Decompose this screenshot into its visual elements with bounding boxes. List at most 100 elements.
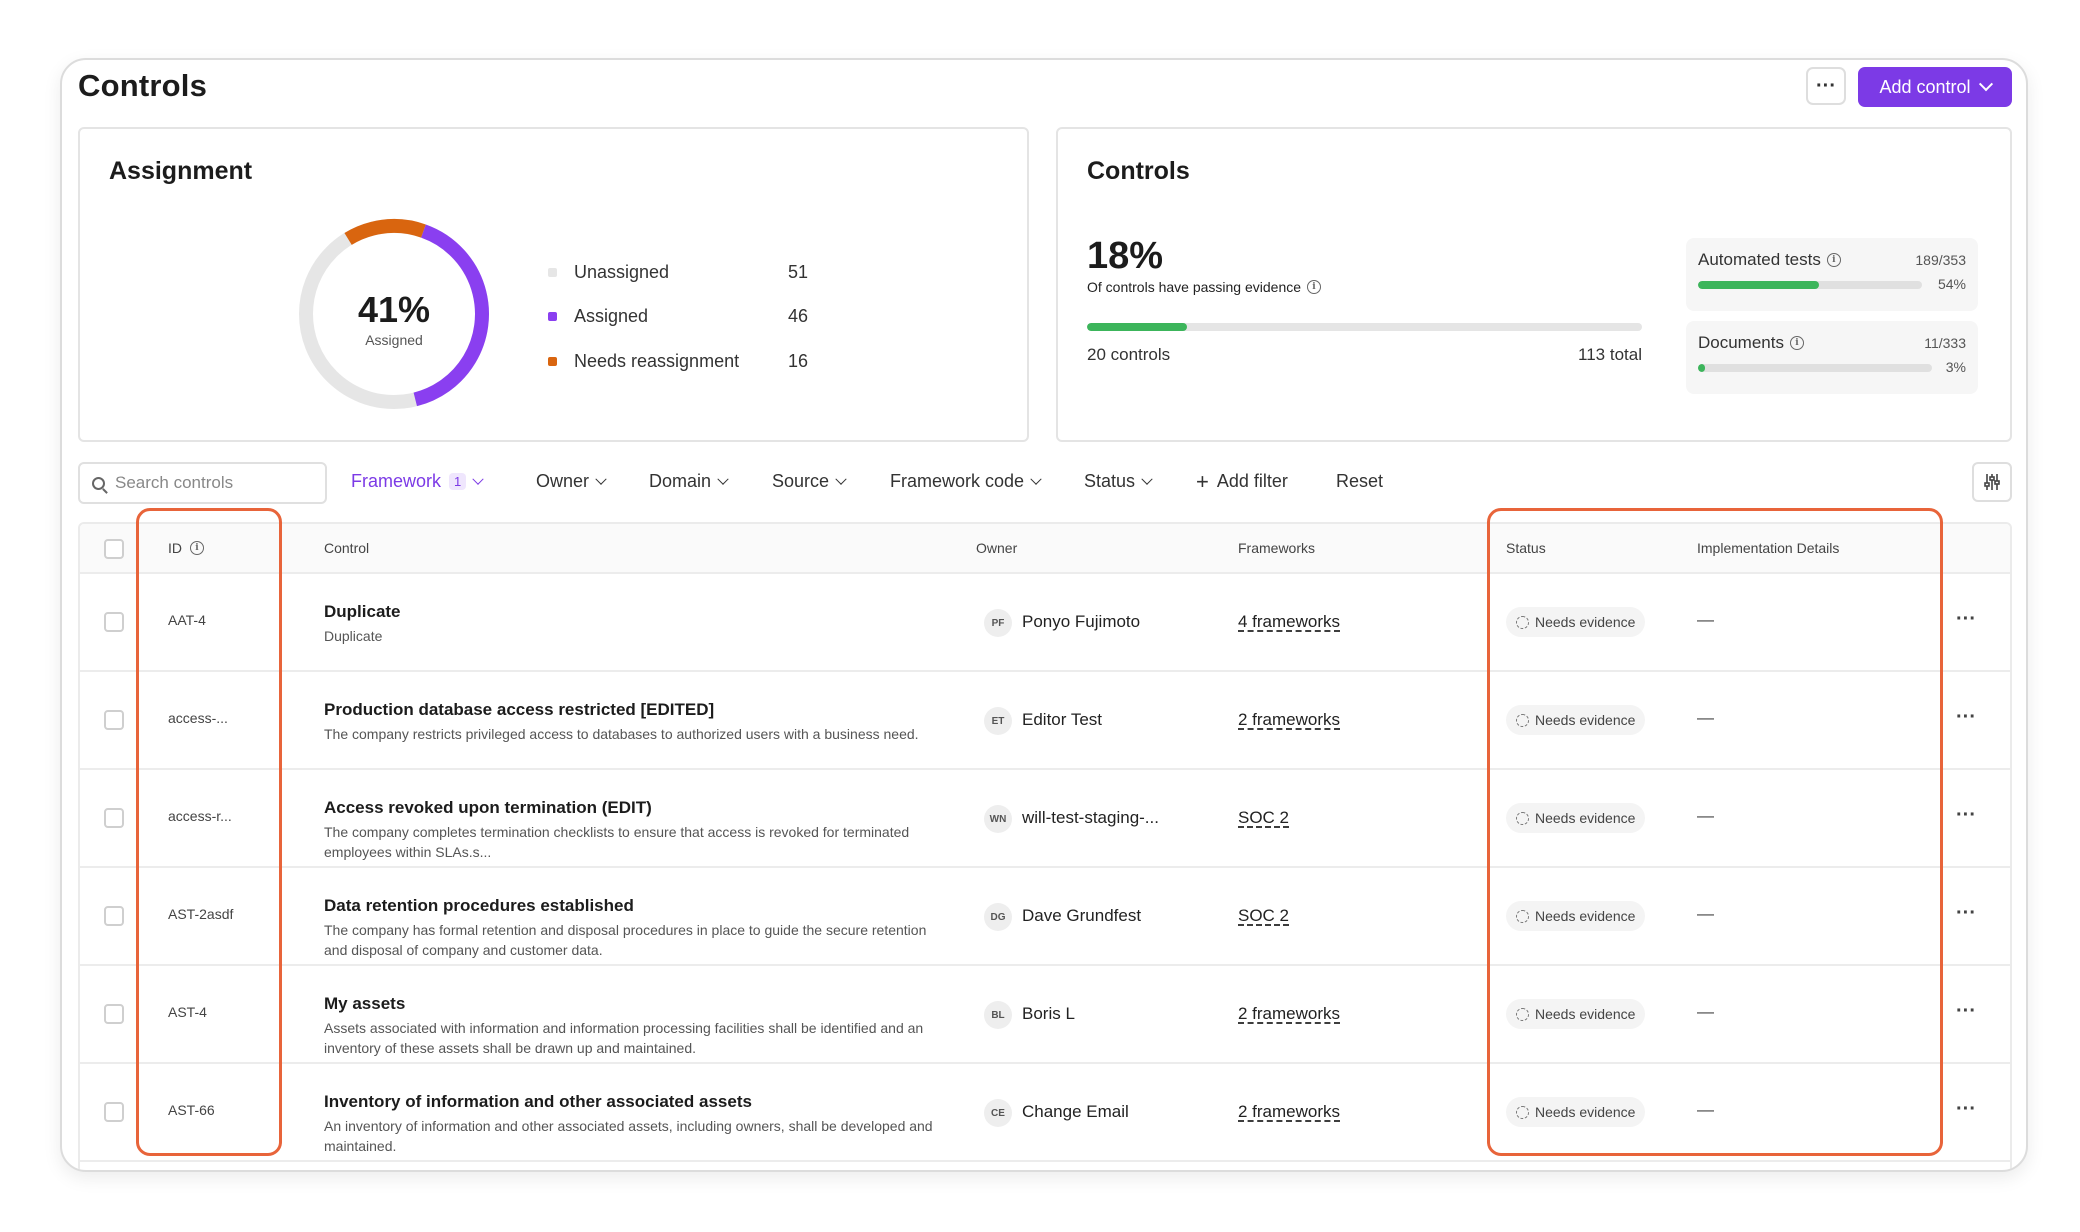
implementation-details: —: [1697, 1100, 1714, 1119]
dashed-circle-icon: [1516, 909, 1529, 923]
control-title[interactable]: Production database access restricted [E…: [324, 700, 714, 720]
owner-name: Boris L: [1022, 1004, 1075, 1023]
control-id: AST-4: [168, 1004, 207, 1020]
row-checkbox[interactable]: [104, 1004, 124, 1024]
search-input[interactable]: [115, 473, 315, 493]
info-icon[interactable]: i: [1307, 280, 1322, 294]
table-row[interactable]: access-r... Access revoked upon terminat…: [80, 770, 2010, 868]
row-checkbox[interactable]: [104, 710, 124, 730]
table-row[interactable]: AST-4 My assets Assets associated with i…: [80, 966, 2010, 1064]
table-row[interactable]: access-... Production database access re…: [80, 672, 2010, 770]
column-header-control[interactable]: Control: [324, 540, 369, 556]
add-control-button[interactable]: Add control: [1858, 67, 2012, 107]
control-description: An inventory of information and other as…: [324, 1118, 933, 1154]
automated-tests-card[interactable]: Automated tests i 189/353 54%: [1686, 238, 1978, 311]
owner-name: Dave Grundfest: [1022, 906, 1142, 925]
assignment-card: Assignment 41% Assigned Unassigned 51 As…: [78, 127, 1029, 442]
column-header-status[interactable]: Status: [1506, 540, 1546, 556]
documents-label-wrap: Documents i: [1698, 333, 1804, 353]
column-header-owner[interactable]: Owner: [976, 540, 1017, 556]
filter-framework[interactable]: Framework 1: [351, 471, 484, 492]
control-title[interactable]: Inventory of information and other assoc…: [324, 1092, 752, 1112]
frameworks-link[interactable]: 2 frameworks: [1238, 1004, 1340, 1024]
frameworks-link[interactable]: 4 frameworks: [1238, 612, 1340, 632]
row-actions-icon[interactable]: ···: [1956, 1000, 1976, 1023]
row-checkbox[interactable]: [104, 906, 124, 926]
ellipsis-icon: ···: [1816, 74, 1836, 97]
control-title[interactable]: Duplicate: [324, 602, 401, 622]
reset-button[interactable]: Reset: [1336, 471, 1383, 492]
implementation-details: —: [1697, 610, 1714, 629]
table-row[interactable]: AST-2asdf Data retention procedures esta…: [80, 868, 2010, 966]
select-all-checkbox[interactable]: [104, 539, 124, 559]
row-actions-icon[interactable]: ···: [1956, 902, 1976, 925]
assigned-percent: 41%: [357, 289, 431, 330]
frameworks-link[interactable]: SOC 2: [1238, 906, 1289, 926]
automated-tests-count: 189/353: [1915, 252, 1966, 268]
search-box[interactable]: [78, 462, 327, 504]
column-header-frameworks[interactable]: Frameworks: [1238, 540, 1315, 556]
status-badge: Needs evidence: [1506, 607, 1646, 637]
info-icon[interactable]: i: [1826, 253, 1841, 267]
control-description: Assets associated with information and i…: [324, 1020, 924, 1056]
filter-domain[interactable]: Domain: [649, 471, 729, 492]
legend-item-needs-reassignment: Needs reassignment 16: [548, 349, 818, 373]
assigned-percent-label: Assigned: [365, 332, 423, 348]
control-title[interactable]: Access revoked upon termination (EDIT): [324, 798, 652, 818]
chevron-down-icon: [717, 473, 729, 485]
legend-swatch: [548, 267, 557, 277]
avatar: WN: [984, 805, 1012, 833]
filter-count-badge: 1: [449, 473, 467, 490]
add-filter-button[interactable]: + Add filter: [1196, 470, 1288, 492]
filter-owner[interactable]: Owner: [536, 471, 607, 492]
legend-value: 16: [788, 350, 809, 371]
row-actions-icon[interactable]: ···: [1956, 608, 1976, 631]
controls-total: 113 total: [1578, 345, 1642, 364]
reset-label: Reset: [1336, 471, 1384, 491]
column-header-id[interactable]: ID i: [168, 540, 204, 556]
control-description: The company has formal retention and dis…: [324, 922, 927, 958]
chevron-down-icon: [595, 473, 607, 485]
row-actions-icon[interactable]: ···: [1956, 804, 1976, 827]
more-options-button[interactable]: ···: [1806, 67, 1846, 105]
frameworks-link[interactable]: SOC 2: [1238, 808, 1289, 828]
passing-evidence-progress-bar: [1087, 323, 1642, 331]
filter-source[interactable]: Source: [772, 471, 847, 492]
legend-value: 51: [788, 261, 809, 282]
filter-framework-label: Framework: [351, 471, 442, 491]
progress-fill: [1698, 364, 1706, 372]
documents-card[interactable]: Documents i 11/333 3%: [1686, 321, 1978, 394]
sliders-icon: [1984, 474, 2000, 490]
info-icon[interactable]: i: [190, 541, 204, 555]
column-header-implementation-details[interactable]: Implementation Details: [1697, 540, 1839, 556]
filter-owner-label: Owner: [536, 471, 590, 491]
control-title[interactable]: My assets: [324, 994, 405, 1014]
filter-status[interactable]: Status: [1084, 471, 1153, 492]
legend-label: Needs reassignment: [574, 350, 740, 371]
dashed-circle-icon: [1516, 713, 1529, 727]
frameworks-link[interactable]: 2 frameworks: [1238, 710, 1340, 730]
filter-source-label: Source: [772, 471, 830, 491]
avatar: ET: [984, 707, 1012, 735]
table-row[interactable]: AST-66 Inventory of information and othe…: [80, 1064, 2010, 1162]
column-settings-button[interactable]: [1972, 462, 2012, 502]
row-checkbox[interactable]: [104, 808, 124, 828]
info-icon[interactable]: i: [1789, 336, 1804, 350]
implementation-details: —: [1697, 806, 1714, 825]
status-label: Needs evidence: [1535, 614, 1636, 630]
frameworks-link[interactable]: 2 frameworks: [1238, 1102, 1340, 1122]
control-id: AST-2asdf: [168, 906, 234, 922]
control-title[interactable]: Data retention procedures established: [324, 896, 634, 916]
filter-bar: Framework 1 Owner Domain Source Framewor…: [78, 462, 2012, 504]
row-actions-icon[interactable]: ···: [1956, 1098, 1976, 1121]
row-checkbox[interactable]: [104, 612, 124, 632]
filter-framework-code[interactable]: Framework code: [890, 471, 1042, 492]
control-description: Duplicate: [324, 628, 383, 644]
legend-swatch: [548, 311, 557, 321]
row-checkbox[interactable]: [104, 1102, 124, 1122]
control-id: access-r...: [168, 808, 232, 824]
row-actions-icon[interactable]: ···: [1956, 706, 1976, 729]
dashed-circle-icon: [1516, 1007, 1529, 1021]
status-badge: Needs evidence: [1506, 999, 1646, 1029]
table-row[interactable]: AAT-4 Duplicate Duplicate PF Ponyo Fujim…: [80, 574, 2010, 672]
